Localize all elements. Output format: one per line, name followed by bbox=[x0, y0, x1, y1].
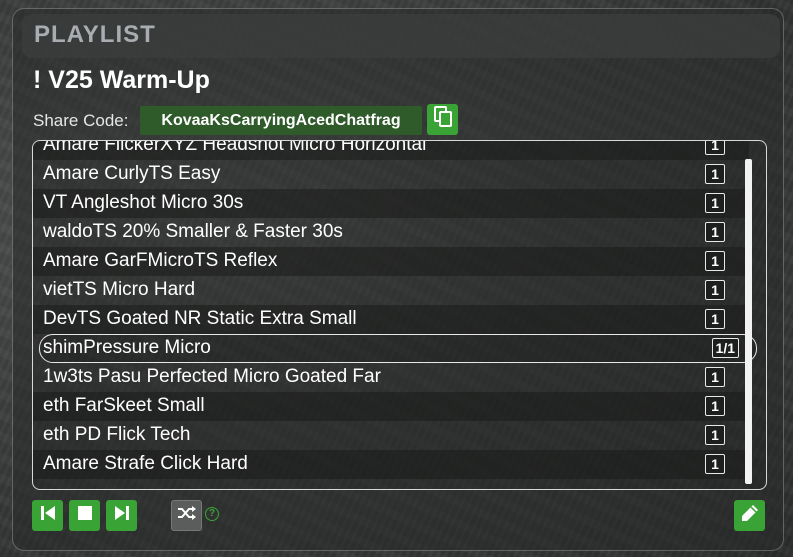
skip-back-icon bbox=[39, 504, 57, 527]
list-scrollbar[interactable] bbox=[745, 159, 752, 484]
scenario-name: 1w3ts Pasu Perfected Micro Goated Far bbox=[43, 366, 381, 387]
scenario-name: shimPressure Micro bbox=[43, 337, 211, 358]
shuffle-button[interactable] bbox=[171, 500, 202, 531]
list-item[interactable]: waldoTS 20% Smaller & Faster 30s 1 bbox=[33, 218, 749, 247]
panel-title: PLAYLIST bbox=[34, 21, 156, 48]
pencil-icon bbox=[741, 504, 759, 527]
copy-icon bbox=[433, 106, 453, 133]
list-item[interactable]: Amare CurlyTS Easy 1 bbox=[33, 160, 749, 189]
scenario-name: Amare FlickerXYZ Headshot Micro Horizont… bbox=[43, 140, 427, 155]
list-item[interactable]: DevTS Goated NR Static Extra Small 1 bbox=[33, 305, 749, 334]
play-count-badge: 1 bbox=[705, 454, 725, 474]
play-count-badge: 1 bbox=[705, 280, 725, 300]
scenario-name: VT Angleshot Micro 30s bbox=[43, 192, 244, 213]
shuffle-icon bbox=[177, 505, 197, 526]
list-item[interactable]: eth FarSkeet Small 1 bbox=[33, 392, 749, 421]
skip-forward-icon bbox=[113, 504, 131, 527]
play-count-badge: 1 bbox=[705, 309, 725, 329]
share-code-label: Share Code: bbox=[33, 111, 129, 130]
play-count-badge: 1 bbox=[705, 425, 725, 445]
copy-share-code-button[interactable] bbox=[427, 104, 458, 135]
scenario-name: waldoTS 20% Smaller & Faster 30s bbox=[43, 221, 343, 242]
next-button[interactable] bbox=[106, 500, 137, 531]
scenario-name: eth PD Flick Tech bbox=[43, 424, 191, 445]
play-count-badge: 1 bbox=[705, 193, 725, 213]
play-count-badge: 1 bbox=[705, 141, 725, 155]
playlist-scenario-list[interactable]: Amare FlickerXYZ Headshot Micro Horizont… bbox=[32, 140, 767, 490]
list-item[interactable]: VT Angleshot Micro 30s 1 bbox=[33, 189, 749, 218]
scenario-name: Amare CurlyTS Easy bbox=[43, 163, 221, 184]
list-item[interactable]: eth PD Flick Tech 1 bbox=[33, 421, 749, 450]
scenario-name: DevTS Goated NR Static Extra Small bbox=[43, 308, 357, 329]
list-item[interactable]: vietTS Micro Hard 1 bbox=[33, 276, 749, 305]
scenario-name: vietTS Micro Hard bbox=[43, 279, 196, 300]
share-code-value: KovaaKsCarryingAcedChatfrag bbox=[140, 106, 422, 135]
scenario-name: Amare Strafe Click Hard bbox=[43, 453, 248, 474]
play-count-badge: 1 bbox=[705, 396, 725, 416]
list-item[interactable] bbox=[33, 479, 749, 489]
stop-button[interactable] bbox=[69, 500, 100, 531]
playlist-name: ! V25 Warm-Up bbox=[33, 66, 210, 94]
list-item[interactable]: 1w3ts Pasu Perfected Micro Goated Far 1 bbox=[33, 363, 749, 392]
play-count-badge: 1 bbox=[705, 164, 725, 184]
edit-playlist-button[interactable] bbox=[734, 500, 765, 531]
help-icon[interactable]: ? bbox=[205, 507, 219, 521]
play-count-badge: 1 bbox=[705, 222, 725, 242]
stop-icon bbox=[77, 505, 93, 526]
panel-header: PLAYLIST bbox=[22, 14, 780, 58]
play-count-badge: 1/1 bbox=[711, 338, 739, 358]
play-count-badge: 1 bbox=[705, 367, 725, 387]
scenario-name: eth FarSkeet Small bbox=[43, 395, 205, 416]
list-item[interactable]: Amare GarFMicroTS Reflex 1 bbox=[33, 247, 749, 276]
scenario-name: Amare GarFMicroTS Reflex bbox=[43, 250, 278, 271]
list-item[interactable]: Amare FlickerXYZ Headshot Micro Horizont… bbox=[33, 140, 749, 160]
previous-button[interactable] bbox=[32, 500, 63, 531]
list-item[interactable]: Amare Strafe Click Hard 1 bbox=[33, 450, 749, 479]
list-item-selected[interactable]: shimPressure Micro 1/1 bbox=[39, 334, 757, 363]
play-count-badge: 1 bbox=[705, 251, 725, 271]
